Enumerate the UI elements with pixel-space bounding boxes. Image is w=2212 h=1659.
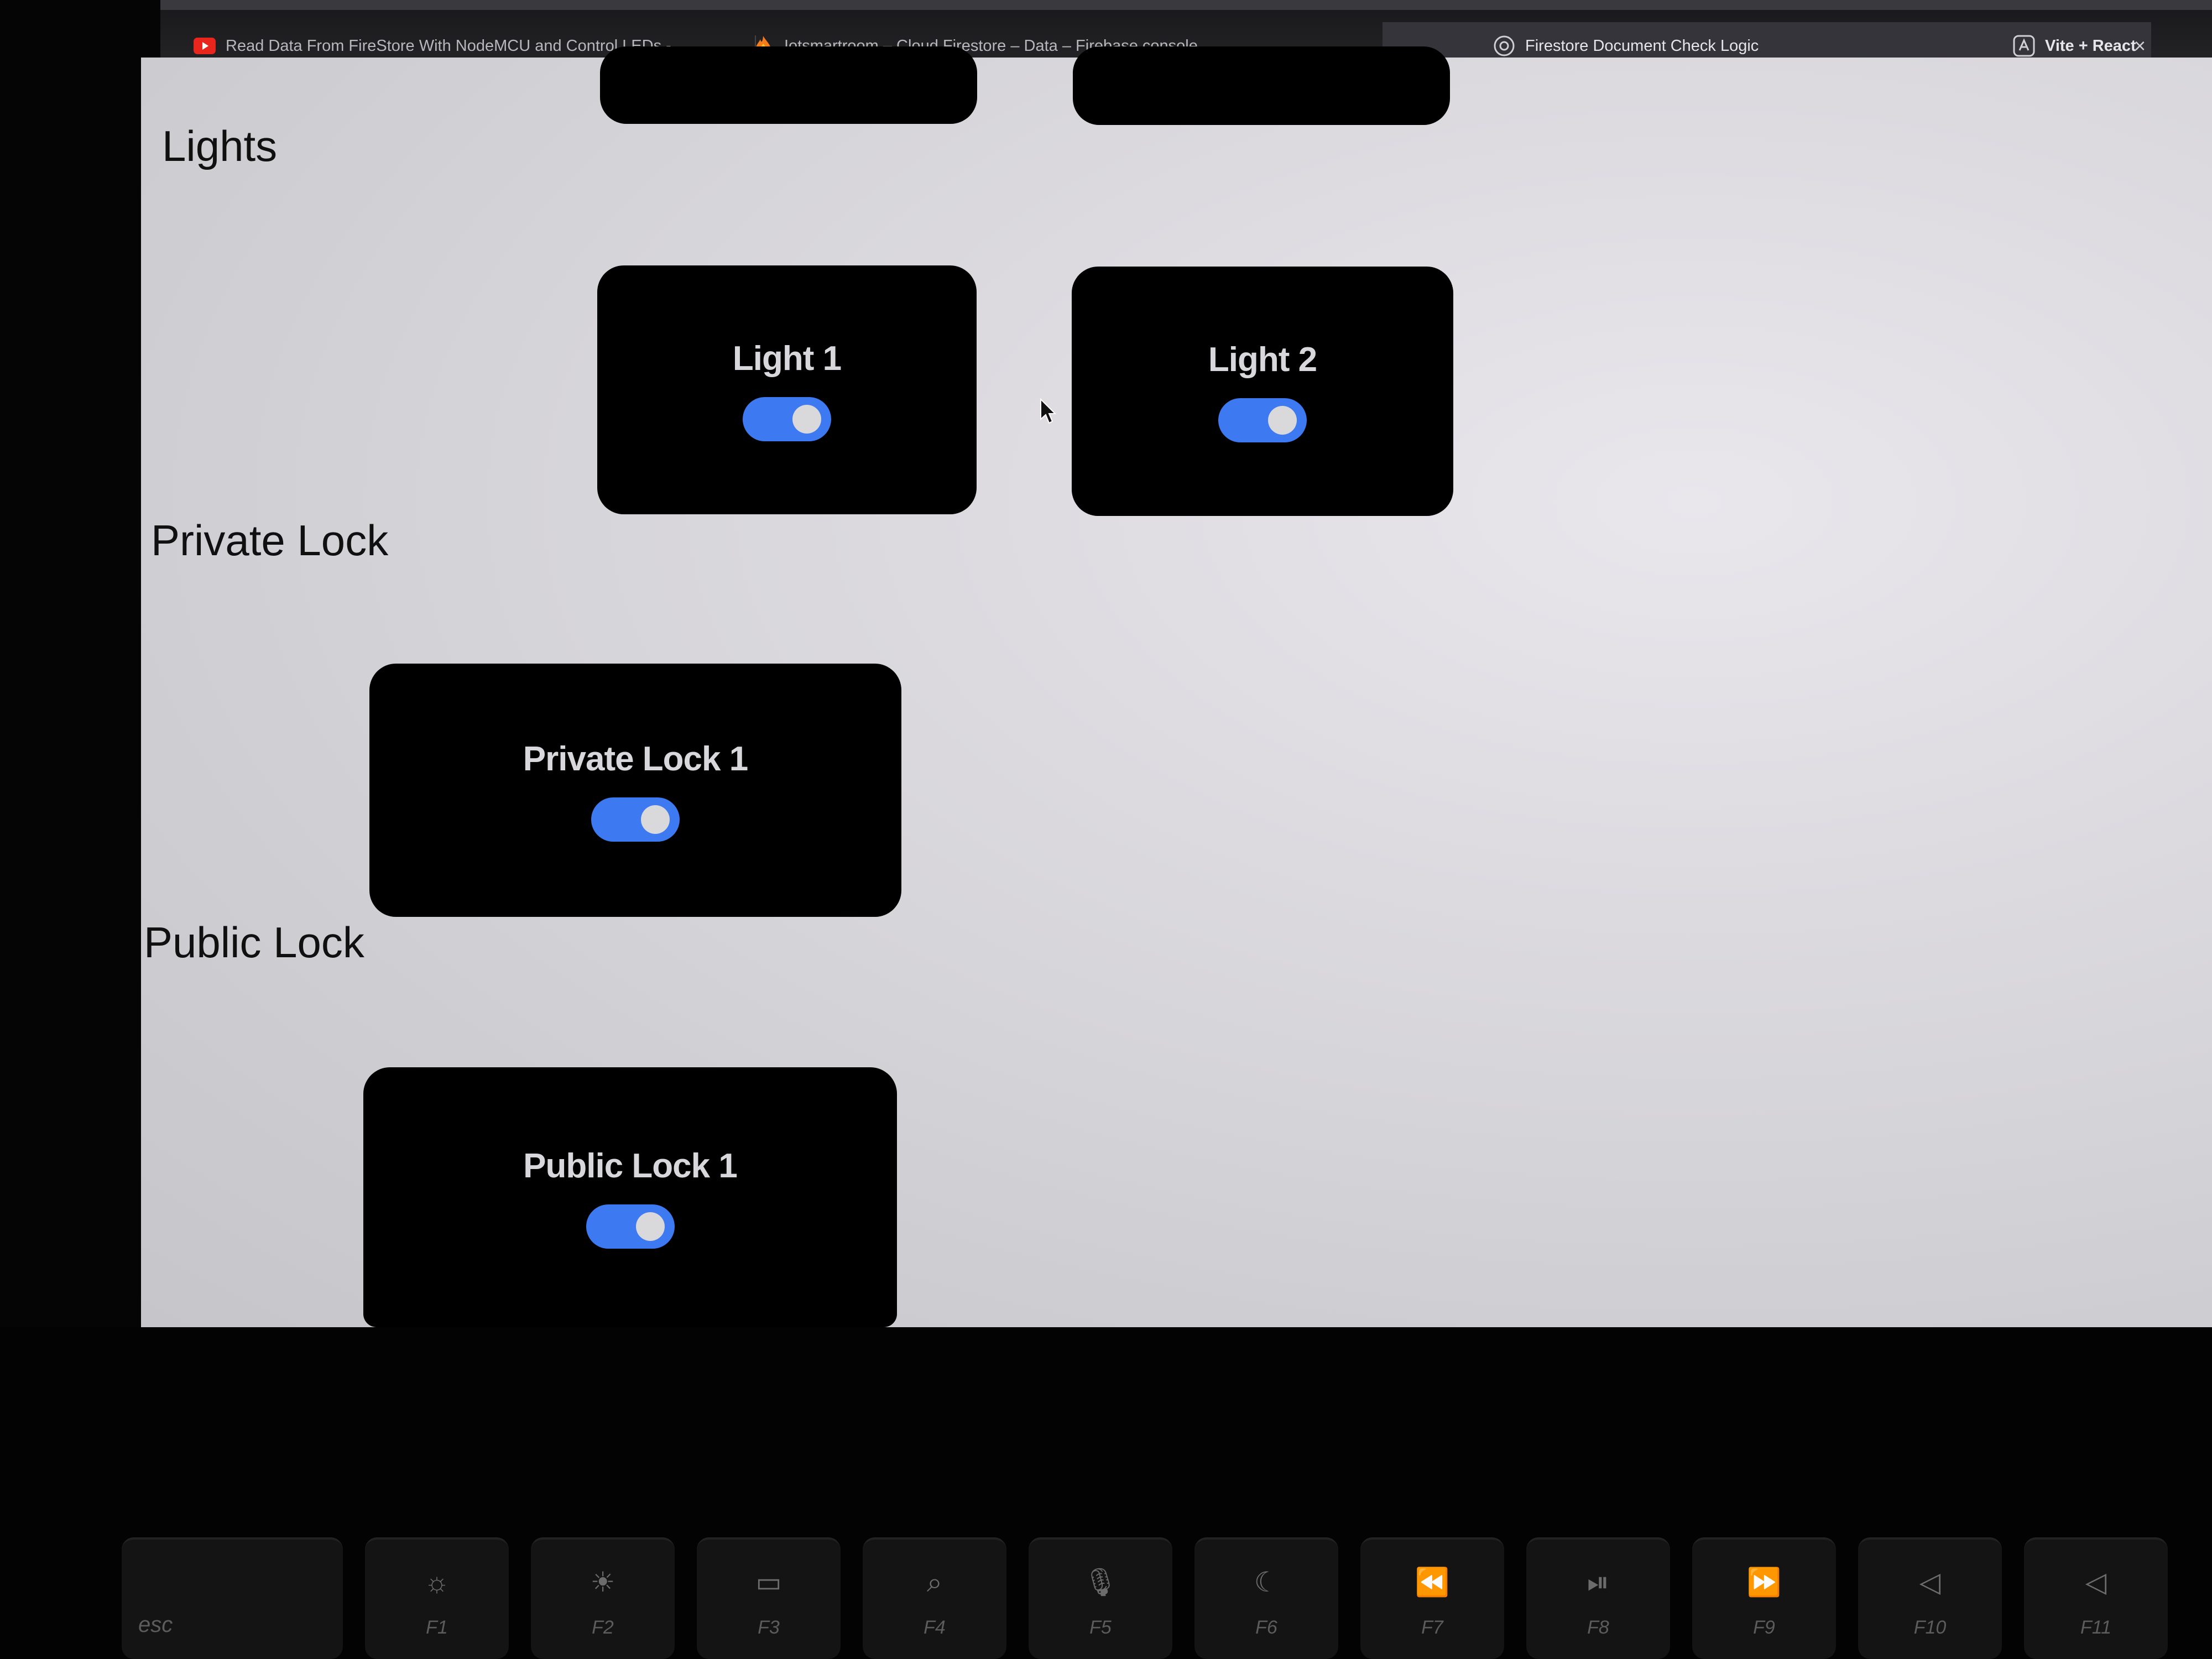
key-f11[interactable]: ◁ F11 [2024,1537,2168,1659]
key-label: F3 [758,1617,780,1638]
rewind-icon: ⏪ [1415,1567,1450,1598]
spotlight-search-icon: ⌕ [927,1567,942,1598]
toggle-knob [641,805,670,834]
device-card-partial [1073,46,1450,125]
device-label: Light 1 [732,339,842,378]
brightness-down-icon: ☼ [424,1567,450,1598]
youtube-icon [194,35,216,57]
chatgpt-icon [1493,35,1515,57]
device-card-light-1: Light 1 [597,265,977,514]
device-label: Private Lock 1 [523,739,748,778]
key-f9[interactable]: ⏩ F9 [1692,1537,1836,1659]
key-label: F5 [1089,1617,1112,1638]
key-label: F2 [592,1617,614,1638]
fast-forward-icon: ⏩ [1746,1567,1782,1598]
smart-room-dashboard: Lights Light 1 Light 2 Private Lock Priv… [141,46,2212,1327]
section-title-lights: Lights [162,122,278,170]
device-card-light-2: Light 2 [1072,267,1453,516]
device-label: Public Lock 1 [523,1146,738,1185]
section-title-private-lock: Private Lock [151,516,389,565]
vite-icon [2013,35,2035,57]
brightness-up-icon: ☀ [590,1567,615,1598]
light-1-toggle[interactable] [743,397,831,441]
key-f7[interactable]: ⏪ F7 [1360,1537,1504,1659]
do-not-disturb-moon-icon: ☾ [1254,1567,1279,1598]
tab-title: Vite + React [2045,36,2136,55]
key-f10[interactable]: ◁ F10 [1858,1537,2002,1659]
key-f2[interactable]: ☀ F2 [531,1537,675,1659]
key-label: F9 [1753,1617,1775,1638]
device-label: Light 2 [1208,341,1317,379]
mute-icon: ◁ [1919,1567,1941,1598]
device-card-private-lock-1: Private Lock 1 [369,664,901,917]
public-lock-1-toggle[interactable] [586,1204,675,1249]
key-f5[interactable]: 🎙 F5 [1029,1537,1172,1659]
key-label: F6 [1255,1617,1277,1638]
volume-down-icon: ◁ [2085,1567,2107,1598]
key-f1[interactable]: ☼ F1 [365,1537,509,1659]
key-esc[interactable]: esc [122,1537,343,1659]
key-label: F4 [924,1617,946,1638]
toggle-knob [1268,406,1297,435]
private-lock-1-toggle[interactable] [591,797,680,842]
key-f6[interactable]: ☾ F6 [1194,1537,1338,1659]
dictation-mic-icon: 🎙 [1083,1567,1118,1598]
device-card-partial [600,46,977,124]
mission-control-icon: ▭ [755,1567,782,1598]
key-label: F7 [1421,1617,1443,1638]
key-f4[interactable]: ⌕ F4 [863,1537,1006,1659]
mouse-cursor-icon [1040,398,1056,424]
key-f3[interactable]: ▭ F3 [697,1537,841,1659]
key-f8[interactable]: ⏯ F8 [1526,1537,1670,1659]
key-label: F1 [426,1617,448,1638]
key-label: F8 [1587,1617,1609,1638]
section-title-public-lock: Public Lock [144,918,364,967]
toggle-knob [635,1212,665,1241]
key-label: F10 [1913,1617,1947,1638]
light-2-toggle[interactable] [1218,398,1307,442]
key-label: F11 [2080,1617,2112,1638]
device-card-public-lock-1: Public Lock 1 [363,1067,897,1327]
play-pause-icon: ⏯ [1587,1567,1609,1598]
tab-title: Firestore Document Check Logic [1525,36,1759,55]
key-label: esc [138,1613,173,1637]
toggle-knob [792,404,821,434]
